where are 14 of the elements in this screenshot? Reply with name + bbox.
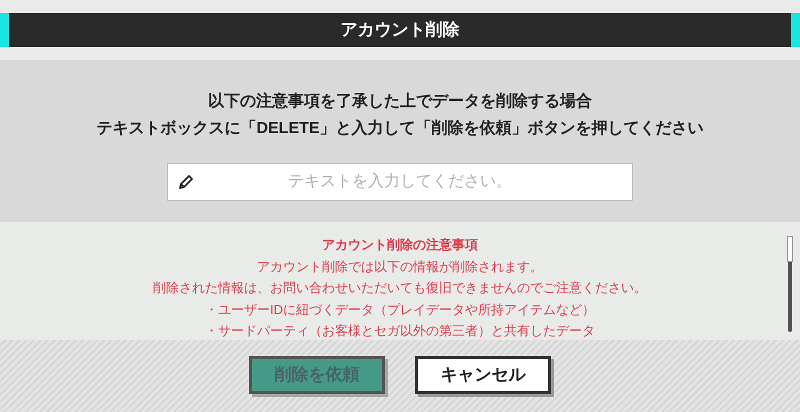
- notice-text: ・サードパーティ（お客様とセガ以外の第三者）と共有したデータ: [205, 322, 595, 340]
- notice-text: ・ユーザーIDに紐づくデータ（プレイデータや所持アイテムなど）: [205, 300, 595, 318]
- accent-stripe: [0, 13, 9, 47]
- cancel-button[interactable]: キャンセル: [415, 356, 551, 394]
- pencil-icon: [177, 173, 195, 191]
- notice-heading: アカウント削除の注意事項: [322, 236, 478, 254]
- notice-text: アカウント削除では以下の情報が削除されます。: [257, 258, 543, 276]
- instruction-text: テキストボックスに「DELETE」と入力して「削除を依頼」ボタンを押してください: [96, 118, 704, 139]
- instruction-text: 以下の注意事項を了承した上でデータを削除する場合: [208, 91, 592, 112]
- scrollbar[interactable]: [788, 236, 792, 332]
- text-field[interactable]: テキストを入力してください。: [167, 163, 633, 201]
- window-title: アカウント削除: [340, 19, 460, 42]
- notice-text: 削除された情報は、お問い合わせいただいても復旧できませんのでご注意ください。: [153, 279, 647, 297]
- accent-stripe: [791, 13, 800, 47]
